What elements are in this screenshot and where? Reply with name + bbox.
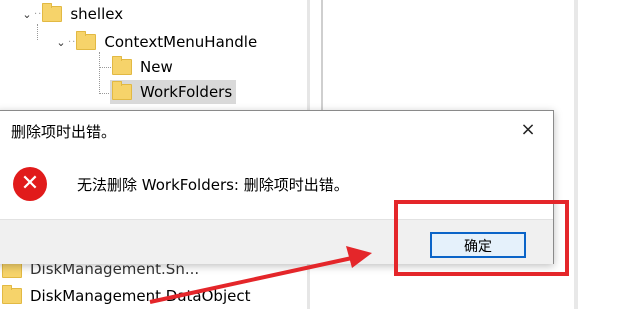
pointer-arrow [149, 246, 372, 304]
